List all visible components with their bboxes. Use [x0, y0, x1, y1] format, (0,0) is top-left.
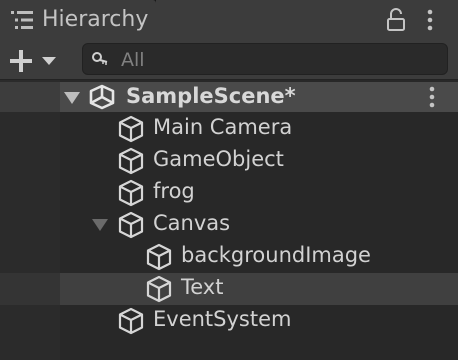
scene-name: SampleScene* — [126, 84, 296, 108]
row-gutter — [0, 273, 60, 305]
row-gutter — [0, 305, 60, 337]
search-input[interactable] — [119, 47, 443, 73]
row-gutter — [0, 241, 60, 273]
tab-hierarchy[interactable]: Hierarchy — [0, 0, 156, 40]
triangle-down-icon — [42, 57, 56, 65]
gameobject-cube-icon — [118, 307, 144, 335]
tab-strip-filler — [156, 0, 458, 40]
kebab-menu-icon[interactable] — [424, 9, 436, 31]
expand-arrow-icon[interactable] — [64, 92, 80, 104]
row-gutter — [0, 177, 60, 209]
row-gutter — [0, 113, 60, 145]
search-icon — [92, 52, 108, 65]
tree-row-label: backgroundImage — [181, 243, 371, 267]
expand-arrow-icon[interactable] — [92, 219, 108, 231]
gameobject-cube-icon — [118, 115, 144, 143]
row-gutter — [0, 209, 60, 241]
gameobject-cube-icon — [146, 275, 172, 303]
tree-row-label: GameObject — [153, 147, 284, 171]
plus-icon — [10, 50, 32, 72]
unity-logo-icon — [89, 84, 115, 110]
search-field[interactable] — [82, 43, 448, 75]
add-object-button[interactable] — [8, 48, 60, 74]
gameobject-cube-icon — [146, 243, 172, 271]
tree-row[interactable]: backgroundImage — [0, 241, 458, 273]
tree-row[interactable]: frog — [0, 177, 458, 209]
kebab-menu-icon[interactable] — [426, 86, 438, 108]
panel-title: Hierarchy — [42, 7, 149, 32]
tree-row[interactable]: Text — [0, 273, 458, 305]
tree-row[interactable]: Canvas — [0, 209, 458, 241]
tree-row-label: EventSystem — [153, 307, 292, 331]
tree-row-label: Canvas — [153, 211, 231, 235]
tree-row-label: Main Camera — [153, 115, 293, 139]
hierarchy-list-icon — [11, 11, 33, 29]
gameobject-cube-icon — [118, 211, 144, 239]
tree-row-label: Text — [181, 275, 224, 299]
scene-header-row[interactable]: SampleScene* — [0, 82, 458, 112]
lock-icon[interactable] — [386, 8, 406, 32]
tree-row[interactable]: EventSystem — [0, 305, 458, 337]
tree-row-label: frog — [153, 179, 195, 203]
scene-row-gutter — [0, 82, 60, 112]
tab-strip: Hierarchy — [0, 0, 458, 40]
gameobject-cube-icon — [118, 147, 144, 175]
tree-row[interactable]: Main Camera — [0, 113, 458, 145]
tree-row[interactable]: GameObject — [0, 145, 458, 177]
row-gutter — [0, 145, 60, 177]
gameobject-cube-icon — [118, 179, 144, 207]
